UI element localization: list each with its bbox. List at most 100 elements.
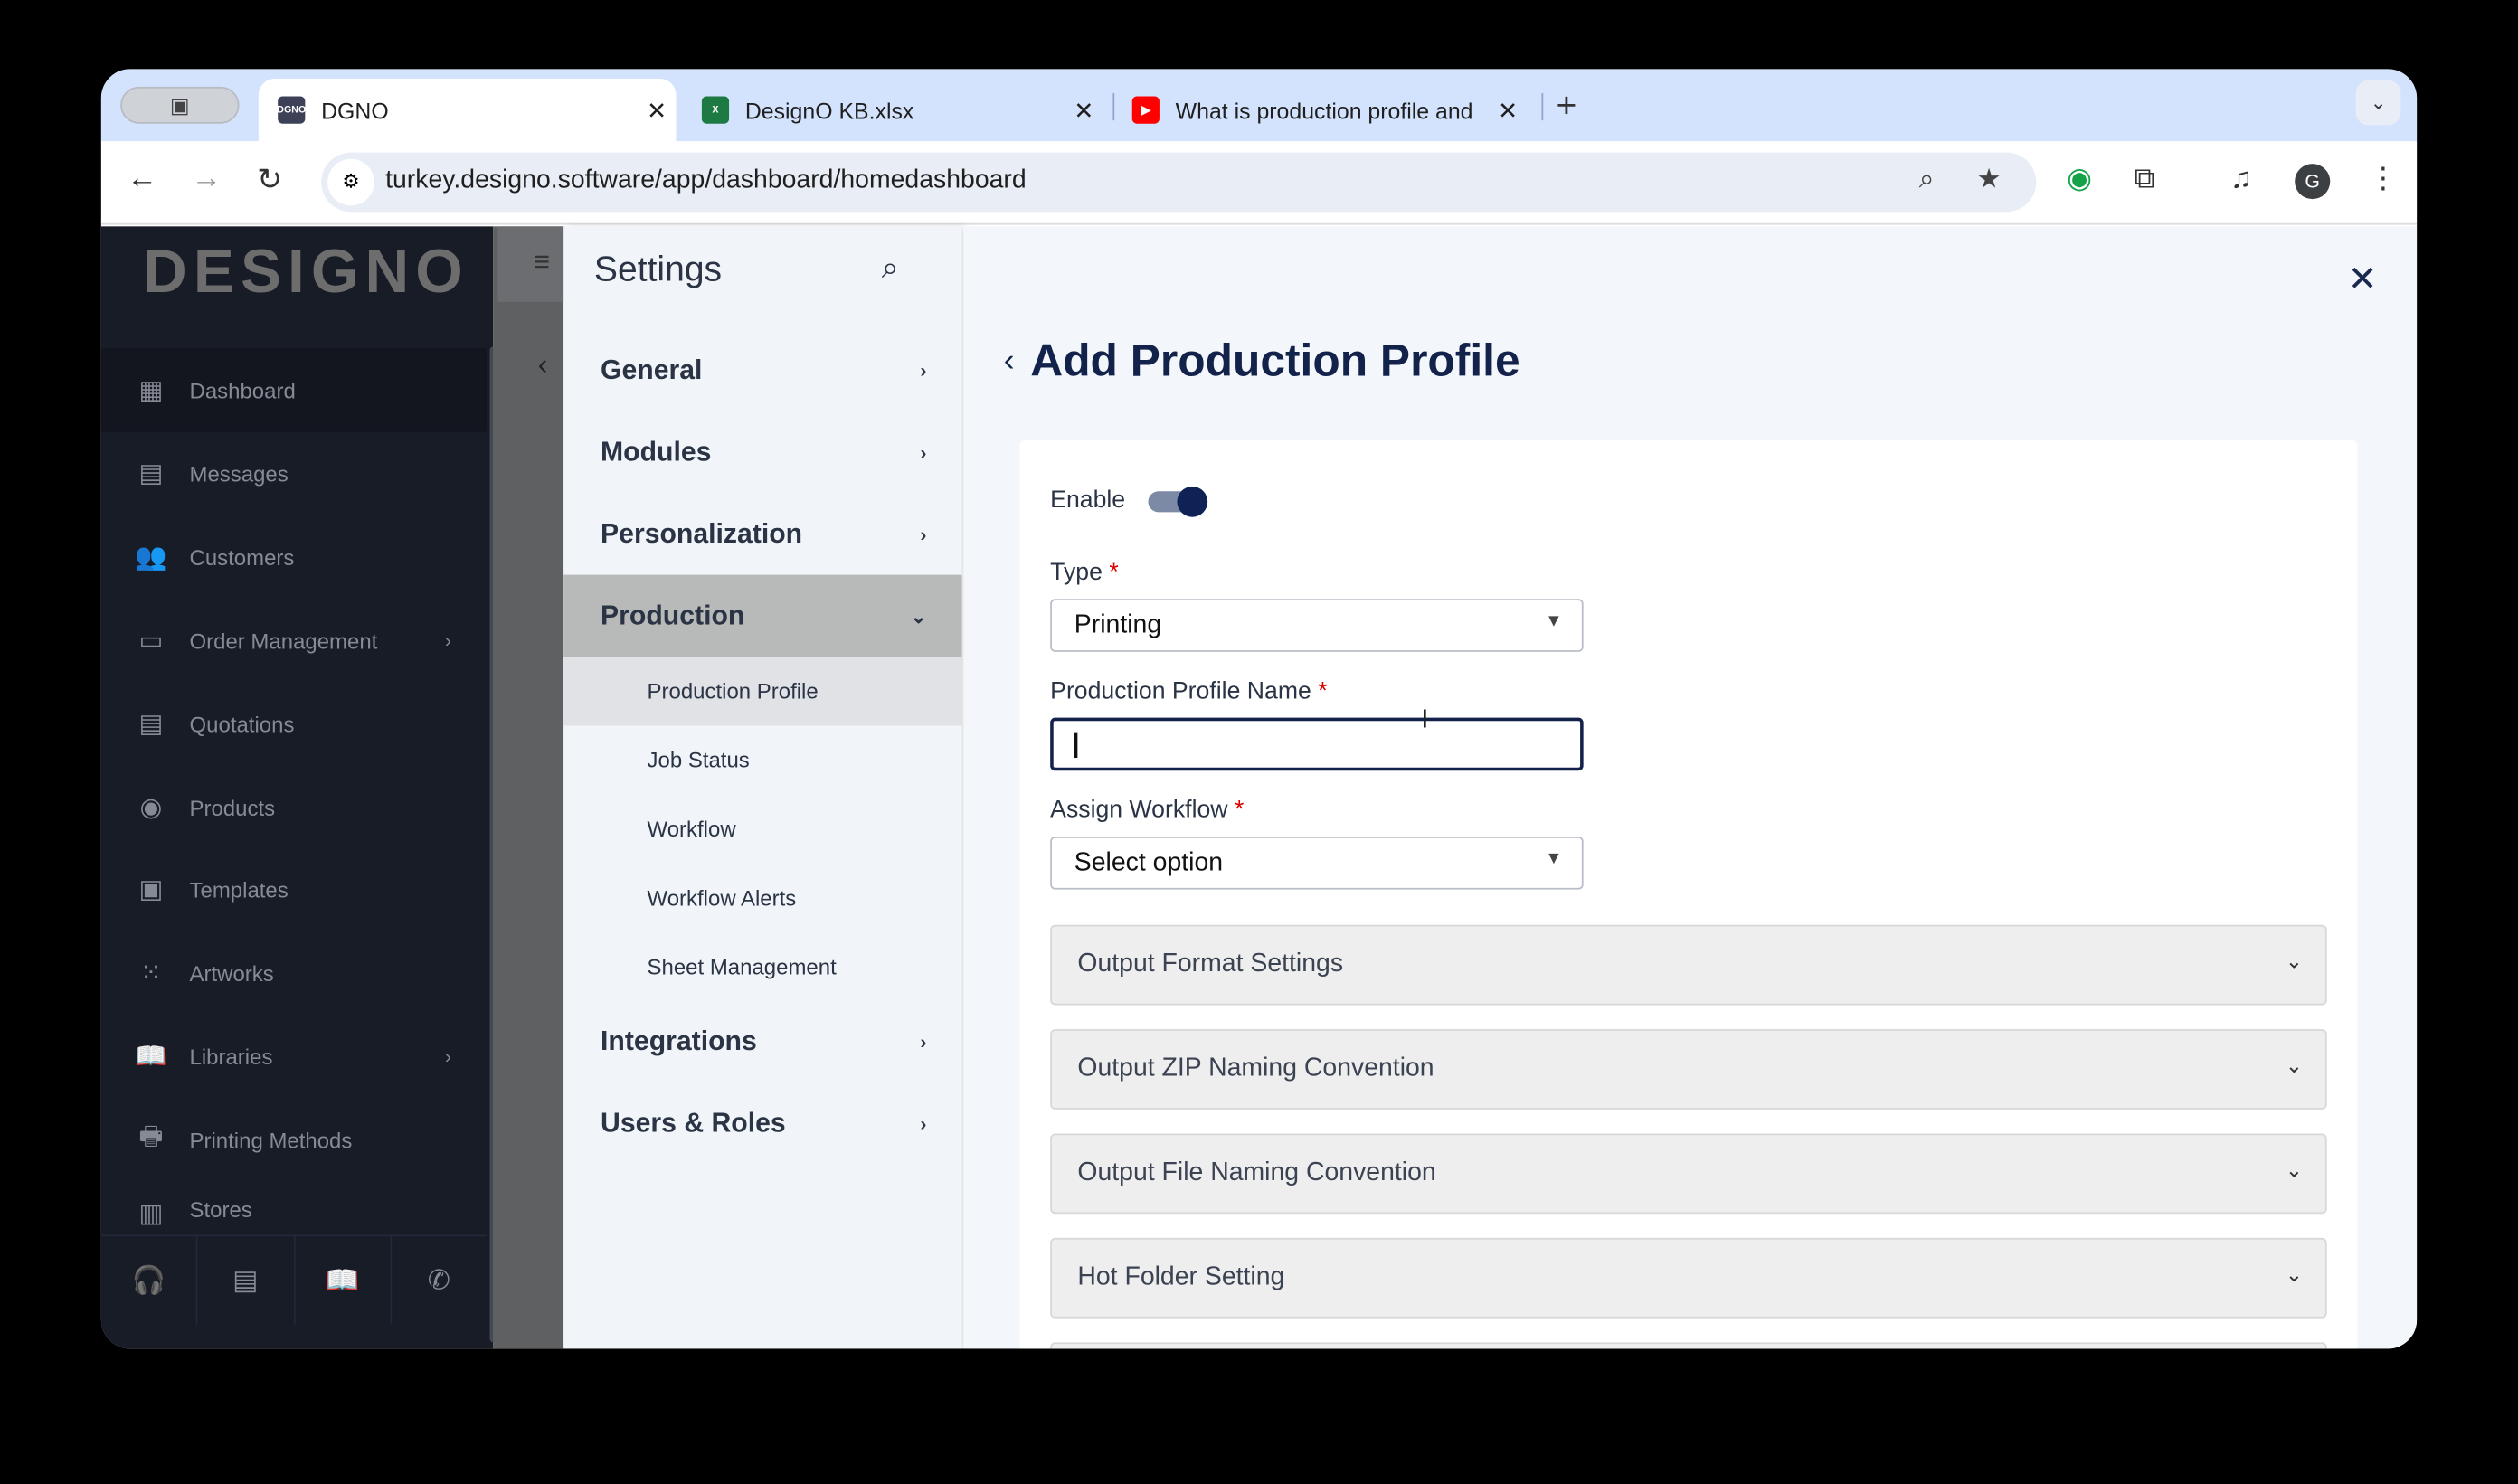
settings-item-workflow-alerts[interactable]: Workflow Alerts xyxy=(563,864,961,932)
dropdown-caret-icon: ▼ xyxy=(1545,611,1563,631)
label: Users & Roles xyxy=(601,1107,786,1138)
page-title: Add Production Profile xyxy=(1030,336,1520,386)
forward-icon[interactable]: → xyxy=(191,162,222,197)
settings-group-production[interactable]: Production ⌄ xyxy=(563,574,962,657)
libraries-icon: 📖 xyxy=(135,1044,167,1072)
label: Personalization xyxy=(601,517,803,549)
tab-dgno[interactable]: DGNO DGNO ✕ xyxy=(258,78,677,142)
chevron-down-icon: ⌄ xyxy=(2285,949,2304,973)
sidebar-item-customers[interactable]: 👥 Customers xyxy=(101,515,487,599)
url-text[interactable]: turkey.designo.software/app/dashboard/ho… xyxy=(385,167,1027,196)
settings-group-modules[interactable]: Modules › xyxy=(563,411,961,494)
knowledge-book-icon[interactable]: 📖 xyxy=(295,1236,392,1325)
browser-window: ▣ DGNO DGNO ✕ X DesignO KB.xlsx ✕ ▶ What… xyxy=(100,69,2418,1349)
reload-icon[interactable]: ↻ xyxy=(257,162,282,199)
workflow-select[interactable]: Select option ▼ xyxy=(1050,837,1584,890)
artworks-icon: ⁙ xyxy=(139,959,162,988)
messages-icon: ▤ xyxy=(138,460,164,488)
sidebar-item-libraries[interactable]: 📖 Libraries › xyxy=(101,1015,487,1098)
enable-label: Enable xyxy=(1050,486,1126,515)
tab-excel[interactable]: X DesignO KB.xlsx ✕ xyxy=(683,79,1103,141)
tab-search-button[interactable]: ⌄ xyxy=(2355,80,2401,126)
sidebar-item-printing-methods[interactable]: 🖶 Printing Methods xyxy=(101,1098,487,1181)
settings-item-workflow[interactable]: Workflow xyxy=(563,795,961,864)
menu-icon[interactable]: ⋮ xyxy=(2369,162,2398,195)
label: Stores xyxy=(189,1197,252,1223)
chevron-down-icon: ⌄ xyxy=(910,604,927,628)
sidebar-item-dashboard[interactable]: ▦ Dashboard xyxy=(100,348,487,432)
logo: DESIGNO xyxy=(143,239,469,307)
main-sidebar: DESIGNO ▦ Dashboard ▤ Messages 👥 Customers … xyxy=(100,226,497,1349)
chevron-right-icon: › xyxy=(920,1111,927,1135)
profile-name-label: Production Profile Name * xyxy=(1050,677,1328,705)
settings-group-general[interactable]: General › xyxy=(563,329,961,411)
type-select[interactable]: Printing ▼ xyxy=(1050,599,1584,652)
grammarly-icon[interactable]: ◉ xyxy=(2067,162,2092,195)
media-control-icon[interactable]: ♫ xyxy=(2230,162,2252,195)
excel-icon: X xyxy=(701,96,730,124)
avatar[interactable]: G xyxy=(2295,164,2331,200)
chevron-down-icon: ⌄ xyxy=(2285,1262,2304,1287)
enable-toggle[interactable] xyxy=(1148,486,1208,517)
chat-icon[interactable]: ▤ xyxy=(198,1236,295,1325)
accordion-zip-naming[interactable]: Output ZIP Naming Convention ⌄ xyxy=(1050,1029,2327,1110)
chevron-right-icon: › xyxy=(920,522,927,545)
tab-youtube[interactable]: ▶ What is production profile and ✕ xyxy=(1112,79,1527,141)
zoom-icon[interactable]: ⌕ xyxy=(1919,164,1935,196)
tab-title: DesignO KB.xlsx xyxy=(744,97,914,123)
templates-icon: ▣ xyxy=(138,876,164,904)
card-icon: ▭ xyxy=(138,628,164,656)
products-icon: ◉ xyxy=(139,794,163,823)
settings-item-job-status[interactable]: Job Status xyxy=(563,726,961,795)
new-tab-button[interactable]: + xyxy=(1556,85,1576,127)
sidebar-item-products[interactable]: ◉ Products xyxy=(101,766,487,849)
settings-group-integrations[interactable]: Integrations › xyxy=(563,1000,961,1082)
label: Libraries xyxy=(189,1044,273,1069)
text-cursor-icon: I xyxy=(1421,706,1429,734)
label: Production xyxy=(601,600,745,630)
extensions-icon[interactable]: ⧉ xyxy=(2135,162,2155,195)
label: Quotations xyxy=(189,712,295,737)
chevron-right-icon: › xyxy=(444,1044,451,1068)
sidebar-item-stores[interactable]: ▥ Stores xyxy=(101,1182,487,1240)
settings-item-sheet-management[interactable]: Sheet Management xyxy=(563,933,961,1002)
settings-item-production-profile[interactable]: Production Profile xyxy=(563,657,962,726)
bookmark-star-icon[interactable]: ★ xyxy=(1977,164,2002,196)
back-icon[interactable]: ← xyxy=(127,162,157,197)
form-card: Enable Type * Printing ▼ Production Profi… xyxy=(1019,440,2358,1349)
sidebar-item-order-management[interactable]: ▭ Order Management › xyxy=(101,599,487,682)
accordion-more[interactable] xyxy=(1050,1342,2327,1349)
close-tab-icon[interactable]: ✕ xyxy=(1065,96,1103,124)
customers-icon: 👥 xyxy=(135,544,167,572)
accordion-hot-folder[interactable]: Hot Folder Setting ⌄ xyxy=(1050,1237,2327,1319)
label: Printing Methods xyxy=(189,1128,353,1152)
settings-group-users-roles[interactable]: Users & Roles › xyxy=(563,1082,961,1165)
support-headset-icon[interactable]: 🎧 xyxy=(101,1236,198,1325)
address-bar[interactable]: ⚙ turkey.designo.software/app/dashboard/… xyxy=(321,152,2037,213)
chevron-down-icon: ⌄ xyxy=(2285,1158,2304,1182)
youtube-icon: ▶ xyxy=(1131,96,1160,124)
dim-overlay: ≡ ‹ xyxy=(493,226,564,1349)
whatsapp-icon[interactable]: ✆ xyxy=(392,1236,487,1325)
settings-group-personalization[interactable]: Personalization › xyxy=(563,493,961,575)
profile-switch-button[interactable]: ▣ xyxy=(120,86,240,124)
accordion-file-naming[interactable]: Output File Naming Convention ⌄ xyxy=(1050,1133,2327,1215)
sidebar-item-artworks[interactable]: ⁙ Artworks xyxy=(101,931,487,1015)
close-tab-icon[interactable]: ✕ xyxy=(638,96,677,124)
back-chevron-icon[interactable]: ‹ xyxy=(1004,343,1015,380)
chevron-right-icon: › xyxy=(444,629,451,652)
profile-icon: ▣ xyxy=(169,92,190,117)
search-icon[interactable]: ⌕ xyxy=(882,252,899,288)
label: Integrations xyxy=(601,1025,757,1056)
sidebar-item-messages[interactable]: ▤ Messages xyxy=(101,432,487,515)
site-info-icon[interactable]: ⚙ xyxy=(327,158,374,206)
close-icon[interactable]: ✕ xyxy=(2348,259,2378,300)
close-tab-icon[interactable]: ✕ xyxy=(1489,96,1528,124)
accordion-output-format[interactable]: Output Format Settings ⌄ xyxy=(1050,924,2327,1006)
sidebar-item-quotations[interactable]: ▤ Quotations xyxy=(101,683,487,766)
label: Messages xyxy=(189,461,289,487)
profile-name-input[interactable] xyxy=(1050,717,1584,771)
sidebar-item-templates[interactable]: ▣ Templates xyxy=(101,847,487,931)
label: Templates xyxy=(189,877,289,902)
chevron-right-icon: › xyxy=(920,440,927,464)
